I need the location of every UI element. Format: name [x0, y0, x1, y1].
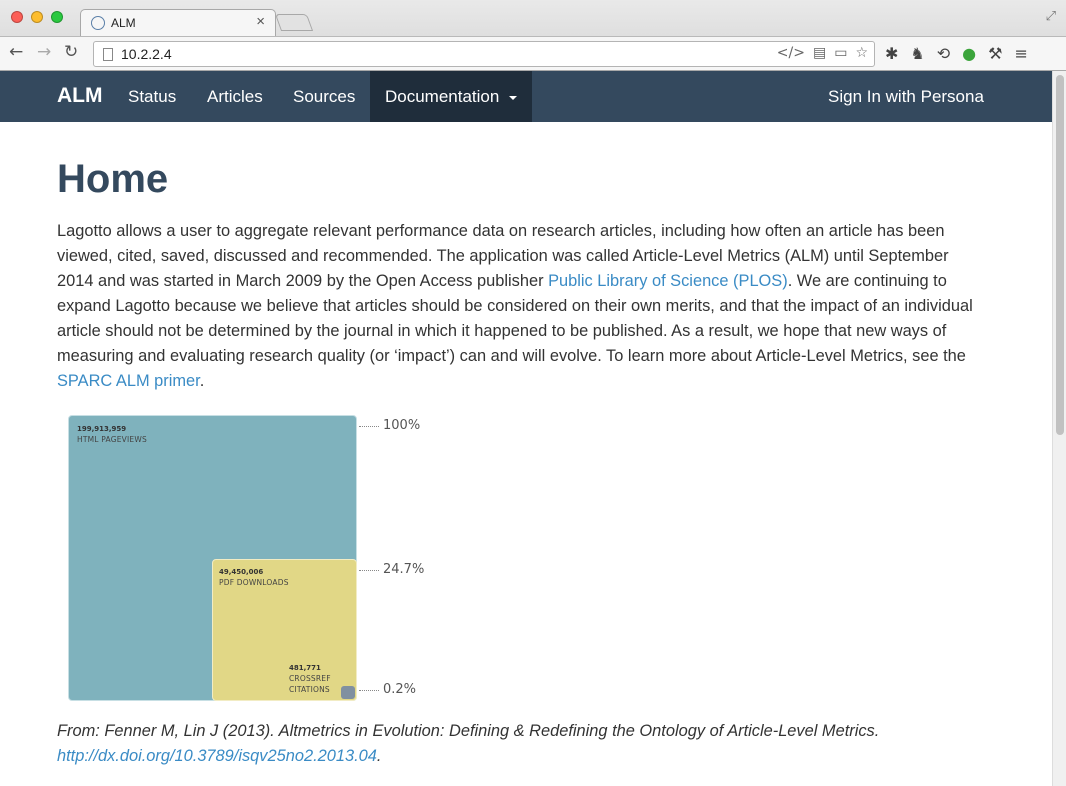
pct-label-0: 0.2% [383, 682, 417, 697]
sparc-primer-link[interactable]: SPARC ALM primer [57, 372, 200, 390]
page-title: Home [57, 157, 169, 201]
browser-toolbar: ← → ↻ 10.2.2.4 </> ▤ ▭ ☆ ✱ ♞ ⟲ ● ⚒ ≡ [0, 36, 1066, 70]
favicon-icon [91, 16, 105, 30]
nav-item-status[interactable]: Status [128, 87, 176, 107]
page-icon [103, 48, 113, 61]
address-bar[interactable]: 10.2.2.4 </> ▤ ▭ ☆ [93, 41, 875, 67]
hangouts-extension-icon[interactable]: ● [962, 44, 976, 63]
crossref-citations-label-line2: CITATIONS [289, 685, 330, 694]
html-pageviews-value: 199,913,959 [77, 425, 127, 433]
bookmark-star-icon[interactable]: ☆ [855, 45, 868, 61]
scrollbar-thumb[interactable] [1056, 75, 1064, 435]
code-icon[interactable]: </> [777, 45, 805, 61]
guide-line-100 [359, 426, 379, 427]
fullscreen-icon[interactable]: ⤢ [1046, 9, 1056, 24]
tab-title: ALM [111, 16, 136, 30]
html-pageviews-label: HTML PAGEVIEWS [77, 435, 147, 444]
nav-item-sources[interactable]: Sources [293, 87, 355, 107]
intro-paragraph: Lagotto allows a user to aggregate relev… [57, 219, 987, 394]
pct-label-24: 24.7% [383, 562, 425, 577]
window-controls [11, 11, 63, 23]
minimize-window-button[interactable] [31, 11, 43, 23]
pdf-downloads-box: 49,450,006 PDF DOWNLOADS 481,771 CROSSRE… [212, 559, 357, 701]
menu-icon[interactable]: ≡ [1014, 44, 1027, 63]
crossref-citations-box [341, 686, 355, 699]
nav-item-articles[interactable]: Articles [207, 87, 263, 107]
guide-line-0 [359, 690, 379, 691]
top-navbar: ALM Status Articles Sources Documentatio… [0, 71, 1052, 122]
bug-extension-icon[interactable]: ✱ [885, 44, 898, 63]
brand-link[interactable]: ALM [57, 84, 103, 108]
new-tab-button[interactable] [274, 14, 314, 31]
guide-line-24 [359, 570, 379, 571]
reload-button[interactable]: ↻ [64, 42, 78, 62]
figure-citation: From: Fenner M, Lin J (2013). Altmetrics… [57, 719, 987, 769]
browser-chrome: ALM × ⤢ ← → ↻ 10.2.2.4 </> ▤ ▭ ☆ ✱ ♞ ⟲ ●… [0, 0, 1066, 71]
tab-close-icon[interactable]: × [256, 13, 265, 30]
pdf-downloads-label: PDF DOWNLOADS [219, 578, 289, 587]
comment-icon[interactable]: ▭ [834, 45, 847, 61]
crossref-citations-label-line1: CROSSREF [289, 674, 331, 683]
wrench-icon[interactable]: ⚒ [988, 44, 1002, 63]
main-content: Home Lagotto allows a user to aggregate … [57, 122, 987, 394]
intro-text-end: . [199, 372, 205, 390]
alm-metrics-figure: 199,913,959 HTML PAGEVIEWS 49,450,006 PD… [66, 414, 446, 704]
citation-end: . [376, 747, 382, 765]
nav-item-documentation-label: Documentation [385, 87, 500, 106]
evernote-extension-icon[interactable]: ♞ [910, 44, 924, 63]
pct-label-100: 100% [383, 418, 421, 433]
share-extension-icon[interactable]: ⟲ [937, 44, 950, 63]
close-window-button[interactable] [11, 11, 23, 23]
omnibox-icons: </> ▤ ▭ ☆ [777, 45, 868, 61]
url-text[interactable]: 10.2.2.4 [121, 46, 172, 62]
plos-link[interactable]: Public Library of Science (PLOS) [548, 272, 788, 290]
doi-link[interactable]: http://dx.doi.org/10.3789/isqv25no2.2013… [57, 747, 377, 765]
nav-item-documentation[interactable]: Documentation [370, 71, 532, 122]
back-button[interactable]: ← [9, 42, 23, 62]
zoom-window-button[interactable] [51, 11, 63, 23]
vertical-scrollbar[interactable] [1052, 71, 1066, 786]
citation-text: From: Fenner M, Lin J (2013). Altmetrics… [57, 722, 880, 740]
caret-down-icon [509, 96, 517, 100]
pdf-downloads-value: 49,450,006 [219, 568, 264, 576]
forward-button[interactable]: → [37, 42, 51, 62]
document-icon[interactable]: ▤ [813, 45, 826, 61]
extension-icons: ✱ ♞ ⟲ ● ⚒ ≡ [885, 44, 1028, 63]
crossref-citations-value: 481,771 [289, 664, 321, 672]
browser-tab[interactable]: ALM × [80, 9, 276, 36]
sign-in-link[interactable]: Sign In with Persona [828, 87, 984, 107]
